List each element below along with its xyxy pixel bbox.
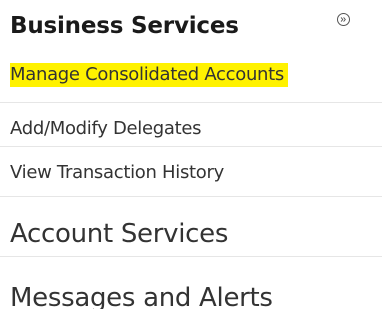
nav-item-add-modify-delegates[interactable]: Add/Modify Delegates bbox=[0, 109, 382, 149]
business-services-header[interactable]: Business Services bbox=[0, 0, 382, 50]
side-nav-panel: Business Services Manage Consolidated Ac… bbox=[0, 0, 382, 309]
divider bbox=[0, 256, 382, 257]
divider bbox=[0, 102, 382, 103]
nav-section-label: Account Services bbox=[10, 219, 229, 249]
nav-section-account-services[interactable]: Account Services bbox=[0, 200, 382, 256]
nav-item-view-transaction-history[interactable]: View Transaction History bbox=[0, 153, 382, 193]
nav-section-label: Messages and Alerts bbox=[10, 283, 273, 309]
business-services-title: Business Services bbox=[10, 13, 239, 39]
nav-section-messages-and-alerts[interactable]: Messages and Alerts bbox=[0, 258, 382, 309]
divider bbox=[0, 196, 382, 197]
nav-item-label: Manage Consolidated Accounts bbox=[10, 63, 288, 87]
nav-item-label: View Transaction History bbox=[10, 162, 224, 183]
nav-item-manage-consolidated-accounts[interactable]: Manage Consolidated Accounts bbox=[0, 55, 382, 95]
nav-item-label: Add/Modify Delegates bbox=[10, 118, 202, 139]
divider bbox=[0, 146, 382, 147]
collapse-circle-icon[interactable] bbox=[337, 13, 350, 26]
